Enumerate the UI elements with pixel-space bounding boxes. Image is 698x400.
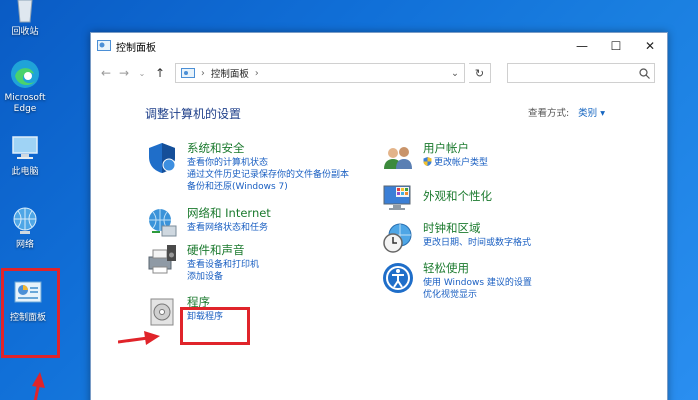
desktop-label-this-pc: 此电脑 bbox=[11, 167, 39, 177]
category-title-network[interactable]: 网络和 Internet bbox=[187, 206, 271, 220]
navigation-bar: ← → ⌄ ↑ › 控制面板 › ⌄ ↻ bbox=[91, 59, 667, 87]
chevron-down-icon: ▾ bbox=[600, 108, 605, 119]
link-view-status[interactable]: 查看你的计算机状态 bbox=[187, 157, 349, 169]
view-by-dropdown[interactable]: 类别 ▾ bbox=[578, 108, 605, 119]
highlight-box-uninstall bbox=[180, 307, 250, 345]
title-bar: 控制面板 — ☐ ✕ bbox=[91, 33, 667, 59]
category-title-hardware[interactable]: 硬件和声音 bbox=[187, 243, 259, 257]
edge-icon bbox=[11, 60, 39, 88]
recent-locations-icon[interactable]: ⌄ bbox=[133, 69, 151, 78]
category-title-ease[interactable]: 轻松使用 bbox=[423, 261, 532, 275]
clock-globe-icon bbox=[383, 223, 412, 253]
category-title-clock[interactable]: 时钟和区域 bbox=[423, 221, 531, 235]
computer-icon bbox=[12, 136, 38, 159]
shield-icon bbox=[149, 143, 176, 173]
link-optimize-display[interactable]: 优化视觉显示 bbox=[423, 289, 532, 301]
link-network-status[interactable]: 查看网络状态和任务 bbox=[187, 222, 271, 234]
desktop-label-network: 网络 bbox=[15, 240, 34, 250]
back-button[interactable]: ← bbox=[97, 66, 115, 80]
users-icon bbox=[384, 147, 412, 169]
uac-shield-icon bbox=[423, 157, 432, 166]
network-globe-icon bbox=[149, 209, 177, 237]
minimize-button[interactable]: — bbox=[565, 33, 599, 59]
desktop-icon-this-pc[interactable]: 此电脑 bbox=[0, 132, 50, 178]
search-input[interactable] bbox=[507, 63, 655, 83]
view-by-value: 类别 bbox=[578, 108, 598, 119]
desktop-label-recycle-bin: 回收站 bbox=[11, 27, 39, 37]
breadcrumb-separator-icon: › bbox=[254, 67, 259, 79]
link-recommended-settings[interactable]: 使用 Windows 建议的设置 bbox=[423, 277, 532, 289]
link-date-time-format[interactable]: 更改日期、时间或数字格式 bbox=[423, 237, 531, 249]
maximize-button[interactable]: ☐ bbox=[599, 33, 633, 59]
link-backup-restore[interactable]: 备份和还原(Windows 7) bbox=[187, 181, 349, 193]
desktop-label-edge: Microsoft Edge bbox=[4, 93, 46, 114]
network-globe-icon bbox=[13, 207, 37, 234]
window-title: 控制面板 bbox=[116, 42, 156, 54]
category-user-accounts: 用户帐户 更改帐户类型 bbox=[381, 141, 488, 175]
link-file-history[interactable]: 通过文件历史记录保存你的文件备份副本 bbox=[187, 169, 349, 181]
red-arrow-right-icon bbox=[118, 331, 160, 345]
view-by-label: 查看方式: bbox=[527, 108, 570, 119]
category-title-system[interactable]: 系统和安全 bbox=[187, 141, 349, 155]
control-panel-window: 控制面板 — ☐ ✕ ← → ⌄ ↑ › 控制面板 › ⌄ ↻ 调整计算机的设置… bbox=[90, 32, 668, 400]
desktop-icon-network[interactable]: 网络 bbox=[0, 205, 50, 251]
category-ease-of-access: 轻松使用 使用 Windows 建议的设置 优化视觉显示 bbox=[381, 261, 532, 301]
link-change-account-type[interactable]: 更改帐户类型 bbox=[423, 157, 488, 169]
category-title-appearance[interactable]: 外观和个性化 bbox=[423, 189, 492, 203]
forward-button[interactable]: → bbox=[115, 66, 133, 80]
programs-disc-icon bbox=[150, 298, 174, 326]
view-by: 查看方式: 类别 ▾ bbox=[528, 105, 605, 119]
appearance-monitor-icon bbox=[383, 185, 411, 210]
link-devices-printers[interactable]: 查看设备和打印机 bbox=[187, 259, 259, 271]
link-add-device[interactable]: 添加设备 bbox=[187, 271, 259, 283]
ease-of-access-icon bbox=[383, 263, 413, 293]
link-change-account-type-label: 更改帐户类型 bbox=[434, 158, 489, 168]
address-dropdown-icon[interactable]: ⌄ bbox=[451, 68, 459, 79]
desktop-icon-edge[interactable]: Microsoft Edge bbox=[0, 58, 50, 115]
category-network: 网络和 Internet 查看网络状态和任务 bbox=[145, 206, 271, 240]
address-bar[interactable]: › 控制面板 › ⌄ bbox=[175, 63, 465, 83]
page-title: 调整计算机的设置 bbox=[145, 107, 242, 121]
control-panel-small-icon bbox=[97, 40, 111, 51]
breadcrumb-separator-icon: › bbox=[201, 67, 205, 79]
desktop-icon-recycle-bin[interactable]: 回收站 bbox=[0, 0, 50, 38]
highlight-box-desktop bbox=[1, 268, 60, 358]
refresh-button[interactable]: ↻ bbox=[469, 63, 491, 83]
red-arrow-up-icon bbox=[32, 372, 45, 400]
search-icon bbox=[639, 67, 650, 79]
category-appearance: 外观和个性化 bbox=[381, 181, 492, 215]
breadcrumb-control-panel[interactable]: 控制面板 bbox=[211, 66, 249, 80]
recycle-bin-icon bbox=[17, 0, 33, 23]
printer-icon bbox=[148, 245, 176, 274]
close-button[interactable]: ✕ bbox=[633, 33, 667, 59]
category-title-accounts[interactable]: 用户帐户 bbox=[423, 141, 488, 155]
category-clock-region: 时钟和区域 更改日期、时间或数字格式 bbox=[381, 221, 531, 255]
category-hardware-sound: 硬件和声音 查看设备和打印机 添加设备 bbox=[145, 243, 259, 283]
category-system-security: 系统和安全 查看你的计算机状态 通过文件历史记录保存你的文件备份副本 备份和还原… bbox=[145, 141, 349, 193]
up-button[interactable]: ↑ bbox=[151, 66, 169, 80]
control-panel-address-icon bbox=[181, 67, 195, 78]
